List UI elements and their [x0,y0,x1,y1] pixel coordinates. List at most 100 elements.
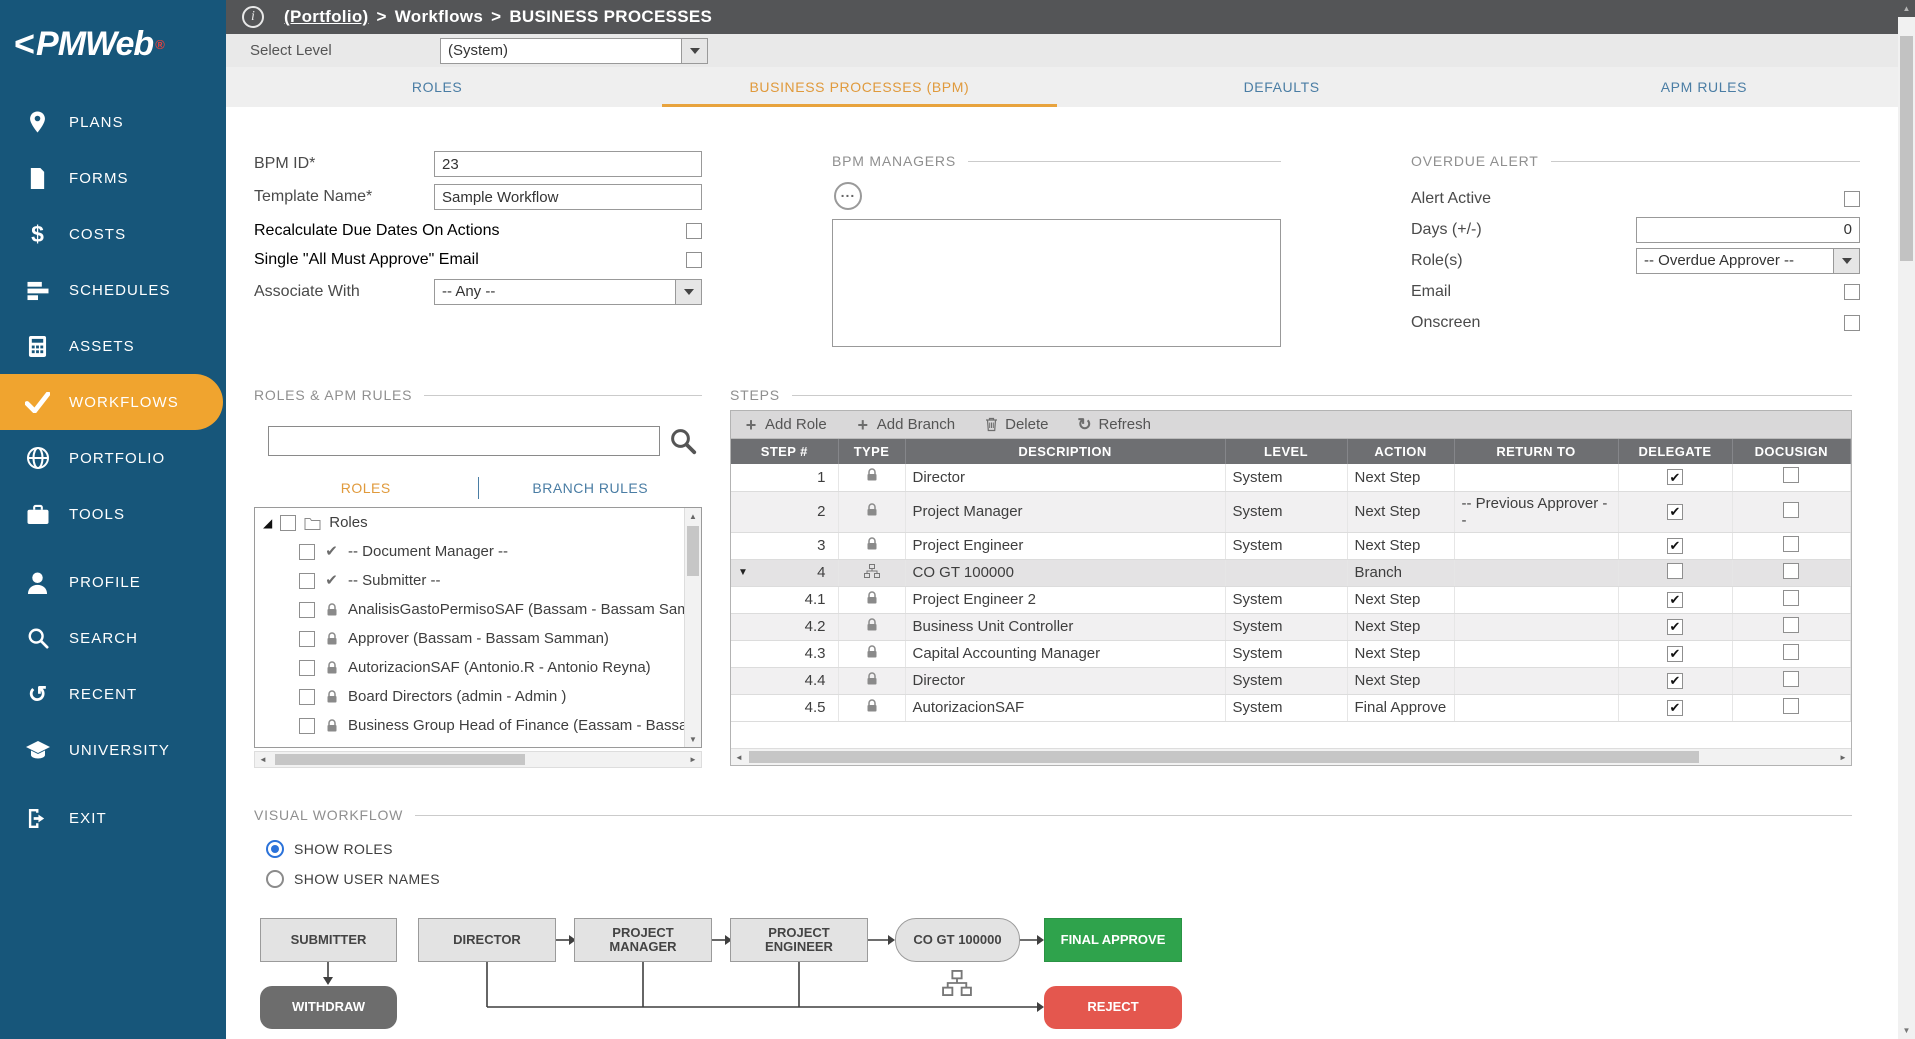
tab-defaults[interactable]: DEFAULTS [1071,67,1493,107]
onscreen-checkbox[interactable] [1844,315,1860,331]
bpm-managers-list[interactable] [832,219,1281,347]
scroll-thumb[interactable] [275,754,525,765]
sidebar-item-workflows[interactable]: WORKFLOWS [0,374,223,430]
step-row-4.3[interactable]: 4.3Capital Accounting ManagerSystemNext … [731,640,1851,667]
tree-item[interactable]: AutorizacionSAF (Antonio.R - Antonio Rey… [255,653,684,682]
scroll-down-arrow[interactable]: ▼ [685,731,701,747]
delegate-checkbox[interactable] [1667,700,1683,716]
docusign-checkbox[interactable] [1783,617,1799,633]
sidebar-item-exit[interactable]: EXIT [0,790,226,846]
delegate-checkbox[interactable] [1667,619,1683,635]
tree-item-checkbox[interactable] [299,689,315,705]
breadcrumb-portfolio-link[interactable]: (Portfolio) [284,7,369,27]
tree-item[interactable]: Business Group Head of Finance (Eassam -… [255,711,684,740]
refresh-button[interactable]: ↻Refresh [1076,416,1151,433]
delegate-checkbox[interactable] [1667,646,1683,662]
tree-collapse-icon[interactable]: ◢ [263,517,272,529]
tree-vertical-scrollbar[interactable]: ▲ ▼ [684,508,701,747]
tree-item-checkbox[interactable] [299,573,315,589]
scroll-thumb[interactable] [687,526,699,576]
tree-root-checkbox[interactable] [280,515,296,531]
roles-search-input[interactable] [268,426,660,456]
tree-item-checkbox[interactable] [299,718,315,734]
tree-item[interactable]: Board Directors (admin - Admin ) [255,682,684,711]
sidebar-item-assets[interactable]: ASSETS [0,318,226,374]
step-row-4.5[interactable]: 4.5AutorizacionSAFSystemFinal Approve [731,694,1851,721]
row-collapse-icon[interactable]: ▼ [738,568,748,578]
docusign-checkbox[interactable] [1783,502,1799,518]
template-name-input[interactable] [434,184,702,210]
sidebar-item-search[interactable]: SEARCH [0,610,226,666]
breadcrumb-workflows[interactable]: Workflows [395,7,483,27]
sidebar-item-recent[interactable]: ↺RECENT [0,666,226,722]
tab-business-processes-bpm-[interactable]: BUSINESS PROCESSES (BPM) [648,67,1070,107]
sidebar-item-tools[interactable]: TOOLS [0,486,226,542]
delegate-checkbox[interactable] [1667,563,1683,579]
scroll-right-arrow[interactable]: ► [1835,749,1851,765]
step-row-4.4[interactable]: 4.4DirectorSystemNext Step [731,667,1851,694]
overdue-roles-dropdown[interactable]: -- Overdue Approver -- [1636,248,1860,274]
step-row-1[interactable]: 1DirectorSystemNext Step [731,464,1851,491]
select-level-dropdown[interactable]: (System) [440,38,708,64]
docusign-checkbox[interactable] [1783,698,1799,714]
email-checkbox[interactable] [1844,284,1860,300]
column-header-type[interactable]: TYPE [838,439,905,464]
step-row-3[interactable]: 3Project EngineerSystemNext Step [731,532,1851,559]
dropdown-arrow-button[interactable] [681,39,707,63]
alert-active-checkbox[interactable] [1844,191,1860,207]
add-branch-button[interactable]: +Add Branch [855,416,955,434]
roles-panel-tab-branch-rules[interactable]: BRANCH RULES [479,480,703,496]
tab-apm-rules[interactable]: APM RULES [1493,67,1915,107]
tree-item[interactable]: ✔-- Document Manager -- [255,537,684,566]
delegate-checkbox[interactable] [1667,469,1683,485]
search-icon[interactable] [667,425,699,457]
docusign-checkbox[interactable] [1783,467,1799,483]
scroll-right-arrow[interactable]: ► [685,752,701,767]
single-email-checkbox[interactable] [686,252,702,268]
tree-root-roles[interactable]: ◢ Roles [255,508,684,537]
bpm-managers-browse-button[interactable]: ... [834,182,862,210]
scroll-left-arrow[interactable]: ◄ [255,752,271,767]
tree-item-checkbox[interactable] [299,602,315,618]
delegate-checkbox[interactable] [1667,592,1683,608]
column-header-description[interactable]: DESCRIPTION [905,439,1225,464]
scroll-down-arrow[interactable]: ▼ [1898,1022,1915,1039]
docusign-checkbox[interactable] [1783,563,1799,579]
tree-item-checkbox[interactable] [299,660,315,676]
tree-item[interactable]: AnalisisGastoPermisoSAF (Bassam - Bassam… [255,595,684,624]
scroll-thumb[interactable] [1900,36,1913,261]
sidebar-item-costs[interactable]: $COSTS [0,206,226,262]
sidebar-item-university[interactable]: UNIVERSITY [0,722,226,778]
column-header-return-to[interactable]: RETURN TO [1454,439,1618,464]
sidebar-item-profile[interactable]: PROFILE [0,554,226,610]
add-role-button[interactable]: +Add Role [743,416,827,434]
sidebar-item-portfolio[interactable]: PORTFOLIO [0,430,226,486]
steps-horizontal-scrollbar[interactable]: ◄ ► [731,748,1851,765]
dropdown-arrow-button[interactable] [675,280,701,304]
tree-item[interactable]: Approver (Bassam - Bassam Samman) [255,624,684,653]
delegate-checkbox[interactable] [1667,538,1683,554]
docusign-checkbox[interactable] [1783,590,1799,606]
scroll-left-arrow[interactable]: ◄ [731,749,747,765]
delegate-checkbox[interactable] [1667,673,1683,689]
column-header-level[interactable]: LEVEL [1225,439,1347,464]
tree-item[interactable]: ✔-- Submitter -- [255,566,684,595]
dropdown-arrow-button[interactable] [1833,249,1859,273]
sidebar-item-schedules[interactable]: SCHEDULES [0,262,226,318]
tree-horizontal-scrollbar[interactable]: ◄ ► [254,751,702,768]
info-icon[interactable]: i [242,6,264,28]
column-header-delegate[interactable]: DELEGATE [1618,439,1732,464]
column-header-docusign[interactable]: DOCUSIGN [1732,439,1851,464]
tree-item-checkbox[interactable] [299,631,315,647]
step-row-4.1[interactable]: 4.1Project Engineer 2SystemNext Step [731,586,1851,613]
docusign-checkbox[interactable] [1783,536,1799,552]
tree-item-checkbox[interactable] [299,544,315,560]
bpm-id-input[interactable] [434,151,702,177]
docusign-checkbox[interactable] [1783,671,1799,687]
sidebar-item-plans[interactable]: PLANS [0,94,226,150]
delegate-checkbox[interactable] [1667,504,1683,520]
associate-with-dropdown[interactable]: -- Any -- [434,279,702,305]
delete-button[interactable]: Delete [983,416,1048,433]
step-row-4.2[interactable]: 4.2Business Unit ControllerSystemNext St… [731,613,1851,640]
recalculate-checkbox[interactable] [686,223,702,239]
